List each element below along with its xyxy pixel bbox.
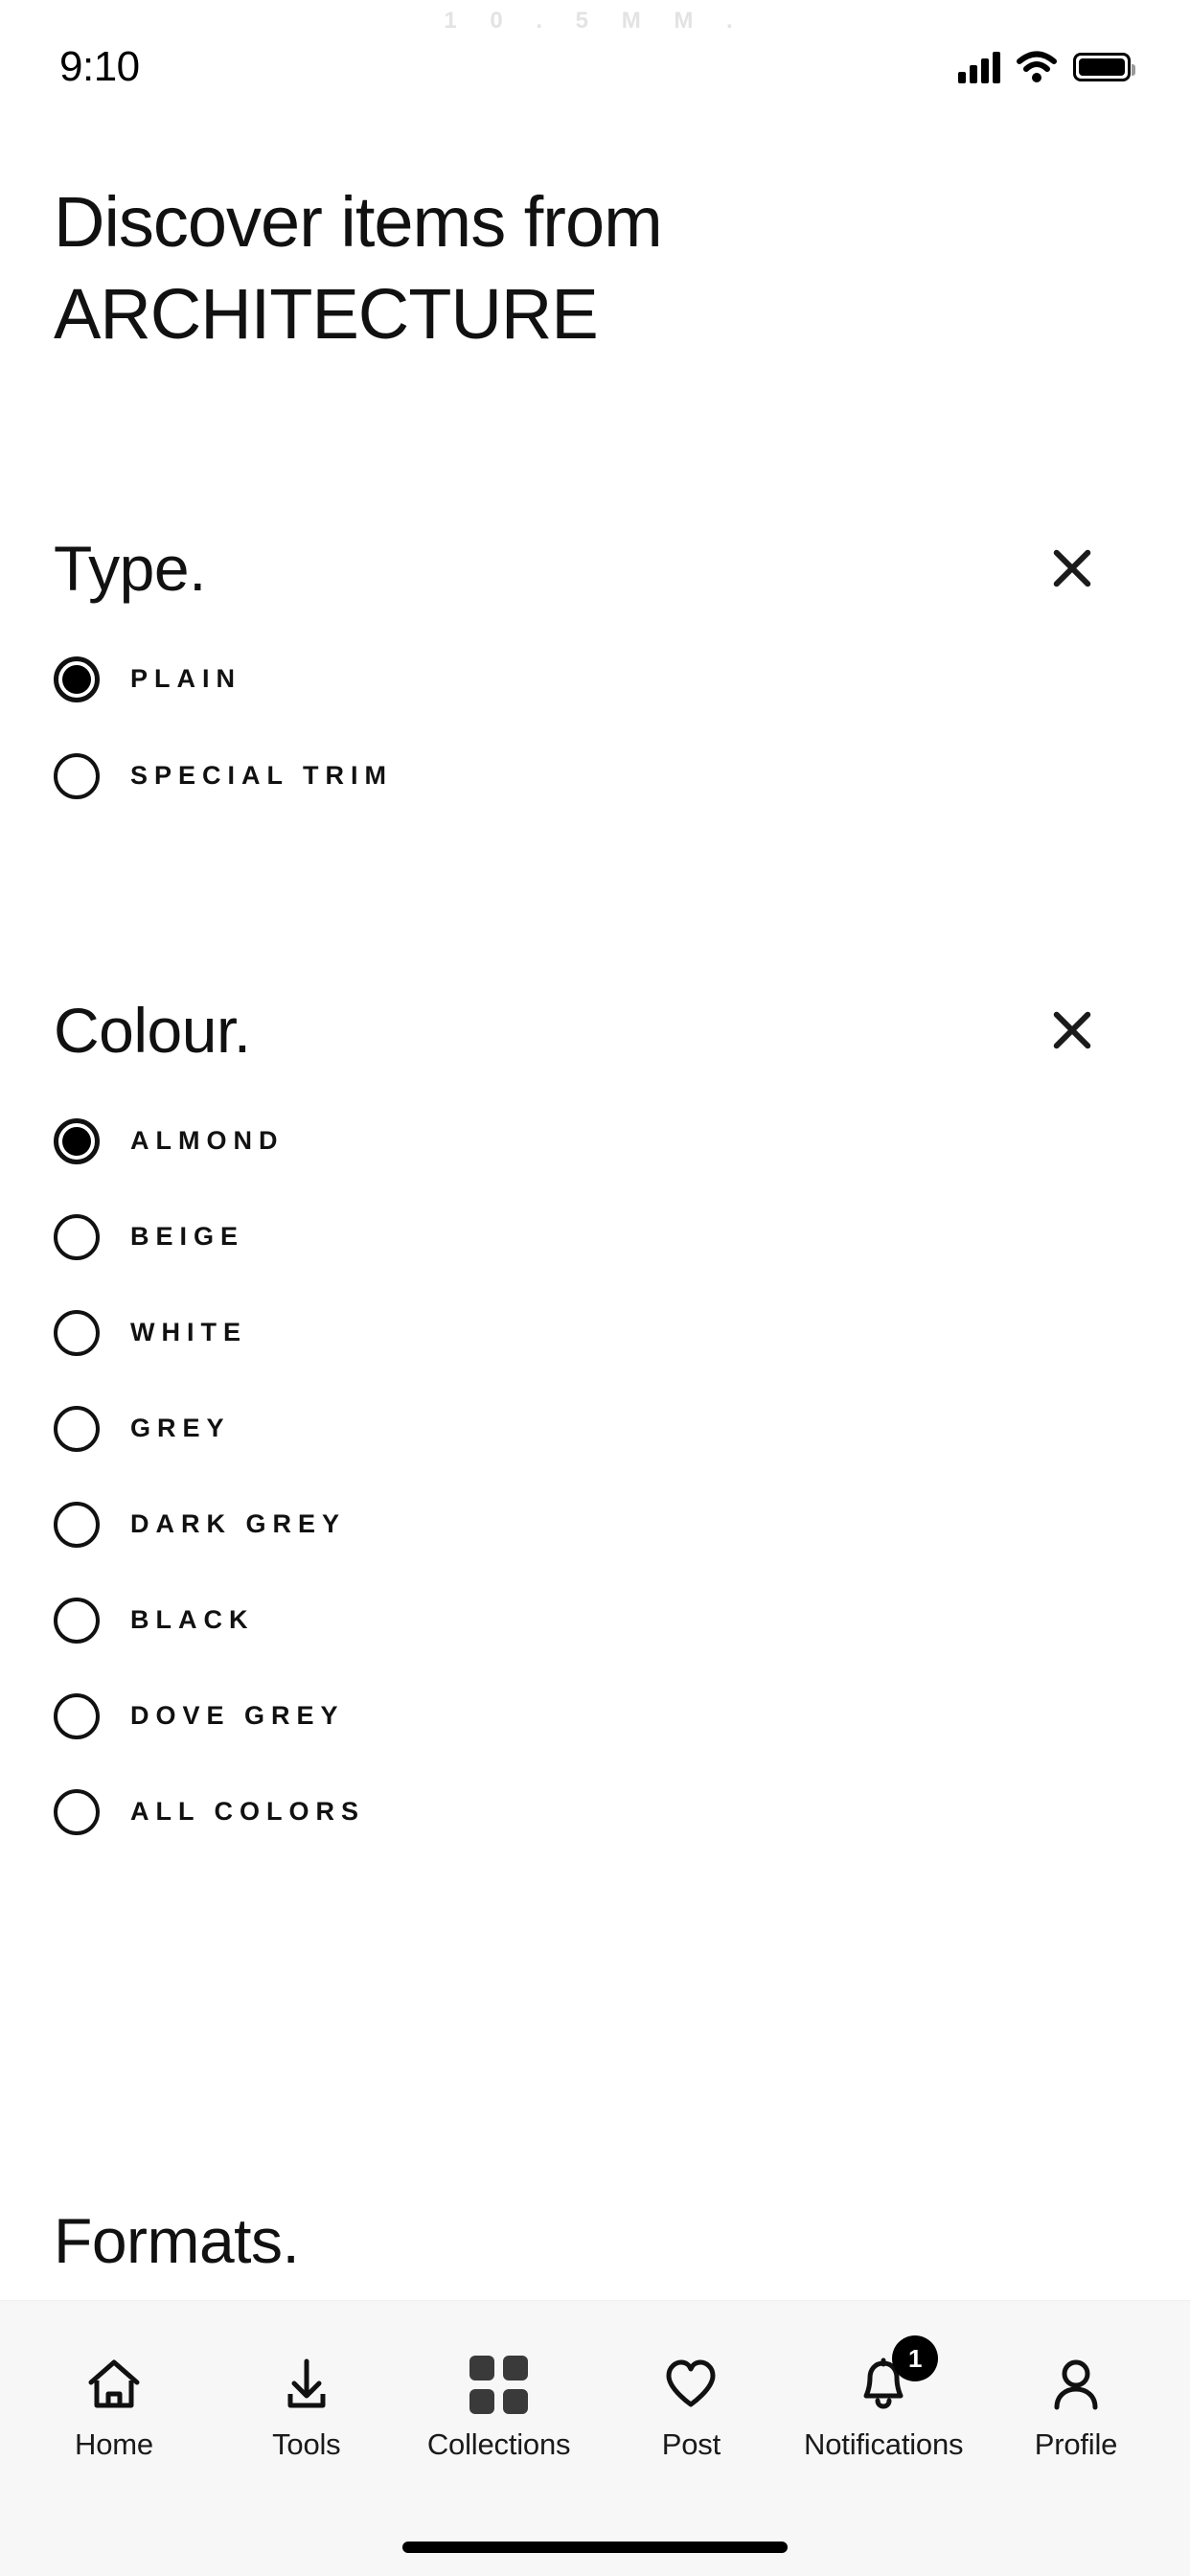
section-type-header: Type. bbox=[54, 535, 1106, 602]
section-type: Type. PLAIN SPECIAL TRIM bbox=[54, 535, 1136, 813]
nav-item-home[interactable]: Home bbox=[27, 2355, 201, 2462]
option-label-white: WHITE bbox=[130, 1318, 247, 1346]
option-label-grey: GREY bbox=[130, 1414, 231, 1442]
nav-items: Home Tools Collections Post 1 Notificati… bbox=[0, 2301, 1190, 2462]
section-formats: Formats. bbox=[54, 2209, 1136, 2272]
option-row-beige[interactable]: BEIGE bbox=[54, 1200, 1136, 1274]
section-formats-header: Formats. bbox=[54, 2209, 1106, 2272]
radio-dove-grey[interactable] bbox=[54, 1692, 100, 1739]
option-label-special-trim: SPECIAL TRIM bbox=[130, 761, 394, 790]
option-row-almond[interactable]: ALMOND bbox=[54, 1104, 1136, 1178]
bottom-navigation-bar: Home Tools Collections Post 1 Notificati… bbox=[0, 2300, 1190, 2576]
nav-label-notifications: Notifications bbox=[804, 2427, 964, 2461]
radio-beige[interactable] bbox=[54, 1213, 100, 1260]
radio-special-trim[interactable] bbox=[54, 752, 100, 799]
option-row-dark-grey[interactable]: DARK GREY bbox=[54, 1487, 1136, 1561]
radio-almond[interactable] bbox=[54, 1117, 100, 1164]
status-icons bbox=[958, 51, 1135, 83]
option-row-plain[interactable]: PLAIN bbox=[54, 642, 1136, 716]
download-icon bbox=[277, 2355, 336, 2414]
nav-label-profile: Profile bbox=[1034, 2427, 1118, 2461]
nav-label-post: Post bbox=[661, 2427, 721, 2461]
option-row-special-trim[interactable]: SPECIAL TRIM bbox=[54, 739, 1136, 813]
page-title-line1: Discover items from bbox=[54, 182, 663, 262]
status-time: 9:10 bbox=[59, 43, 140, 90]
home-indicator[interactable] bbox=[402, 2542, 788, 2553]
nav-item-post[interactable]: Post bbox=[604, 2355, 778, 2462]
radio-dark-grey[interactable] bbox=[54, 1501, 100, 1548]
option-label-dove-grey: DOVE GREY bbox=[130, 1701, 345, 1730]
section-colour: Colour. ALMOND BEIGE WHITE GREY DARK GRE… bbox=[54, 997, 1136, 1849]
colour-options-list: ALMOND BEIGE WHITE GREY DARK GREY BLACK bbox=[54, 1104, 1136, 1849]
radio-white[interactable] bbox=[54, 1309, 100, 1356]
option-row-grey[interactable]: GREY bbox=[54, 1392, 1136, 1465]
section-colour-title: Colour. bbox=[54, 995, 251, 1066]
radio-grey[interactable] bbox=[54, 1405, 100, 1452]
option-label-almond: ALMOND bbox=[130, 1126, 285, 1155]
nav-item-collections[interactable]: Collections bbox=[412, 2355, 586, 2462]
section-colour-header: Colour. bbox=[54, 997, 1106, 1064]
option-label-black: BLACK bbox=[130, 1605, 255, 1634]
option-label-all-colors: ALL COLORS bbox=[130, 1797, 365, 1826]
option-row-all-colors[interactable]: ALL COLORS bbox=[54, 1775, 1136, 1849]
radio-all-colors[interactable] bbox=[54, 1788, 100, 1835]
person-icon bbox=[1046, 2355, 1106, 2414]
notification-badge: 1 bbox=[892, 2335, 939, 2381]
page-title-line2: ARCHITECTURE bbox=[54, 274, 599, 354]
close-type-section-icon[interactable] bbox=[1039, 535, 1106, 602]
option-label-plain: PLAIN bbox=[130, 664, 241, 693]
nav-item-tools[interactable]: Tools bbox=[219, 2355, 394, 2462]
nav-item-notifications[interactable]: 1 Notifications bbox=[796, 2335, 971, 2462]
home-icon bbox=[84, 2355, 144, 2414]
wifi-icon bbox=[1016, 51, 1058, 83]
cellular-signal-icon bbox=[958, 51, 1000, 83]
nav-item-profile[interactable]: Profile bbox=[989, 2355, 1163, 2462]
option-label-dark-grey: DARK GREY bbox=[130, 1509, 347, 1538]
radio-plain[interactable] bbox=[54, 656, 100, 702]
option-row-white[interactable]: WHITE bbox=[54, 1296, 1136, 1369]
close-colour-section-icon[interactable] bbox=[1039, 997, 1106, 1064]
option-row-black[interactable]: BLACK bbox=[54, 1583, 1136, 1657]
nav-label-tools: Tools bbox=[272, 2427, 341, 2461]
radio-black[interactable] bbox=[54, 1597, 100, 1644]
app-root: 1 0 . 5 M M . 9:10 Discover items from A… bbox=[0, 0, 1190, 2576]
section-formats-title: Formats. bbox=[54, 2205, 300, 2276]
status-bar: 9:10 bbox=[0, 0, 1190, 107]
nav-label-home: Home bbox=[75, 2427, 153, 2461]
battery-full-icon bbox=[1073, 53, 1135, 81]
heart-icon bbox=[661, 2355, 721, 2414]
section-type-title: Type. bbox=[54, 533, 206, 604]
bell-icon: 1 bbox=[854, 2335, 939, 2414]
nav-label-collections: Collections bbox=[426, 2427, 571, 2461]
option-label-beige: BEIGE bbox=[130, 1222, 245, 1251]
page-title: Discover items from ARCHITECTURE bbox=[54, 187, 1012, 350]
option-row-dove-grey[interactable]: DOVE GREY bbox=[54, 1679, 1136, 1753]
grid-icon bbox=[469, 2355, 529, 2414]
type-options-list: PLAIN SPECIAL TRIM bbox=[54, 642, 1136, 813]
